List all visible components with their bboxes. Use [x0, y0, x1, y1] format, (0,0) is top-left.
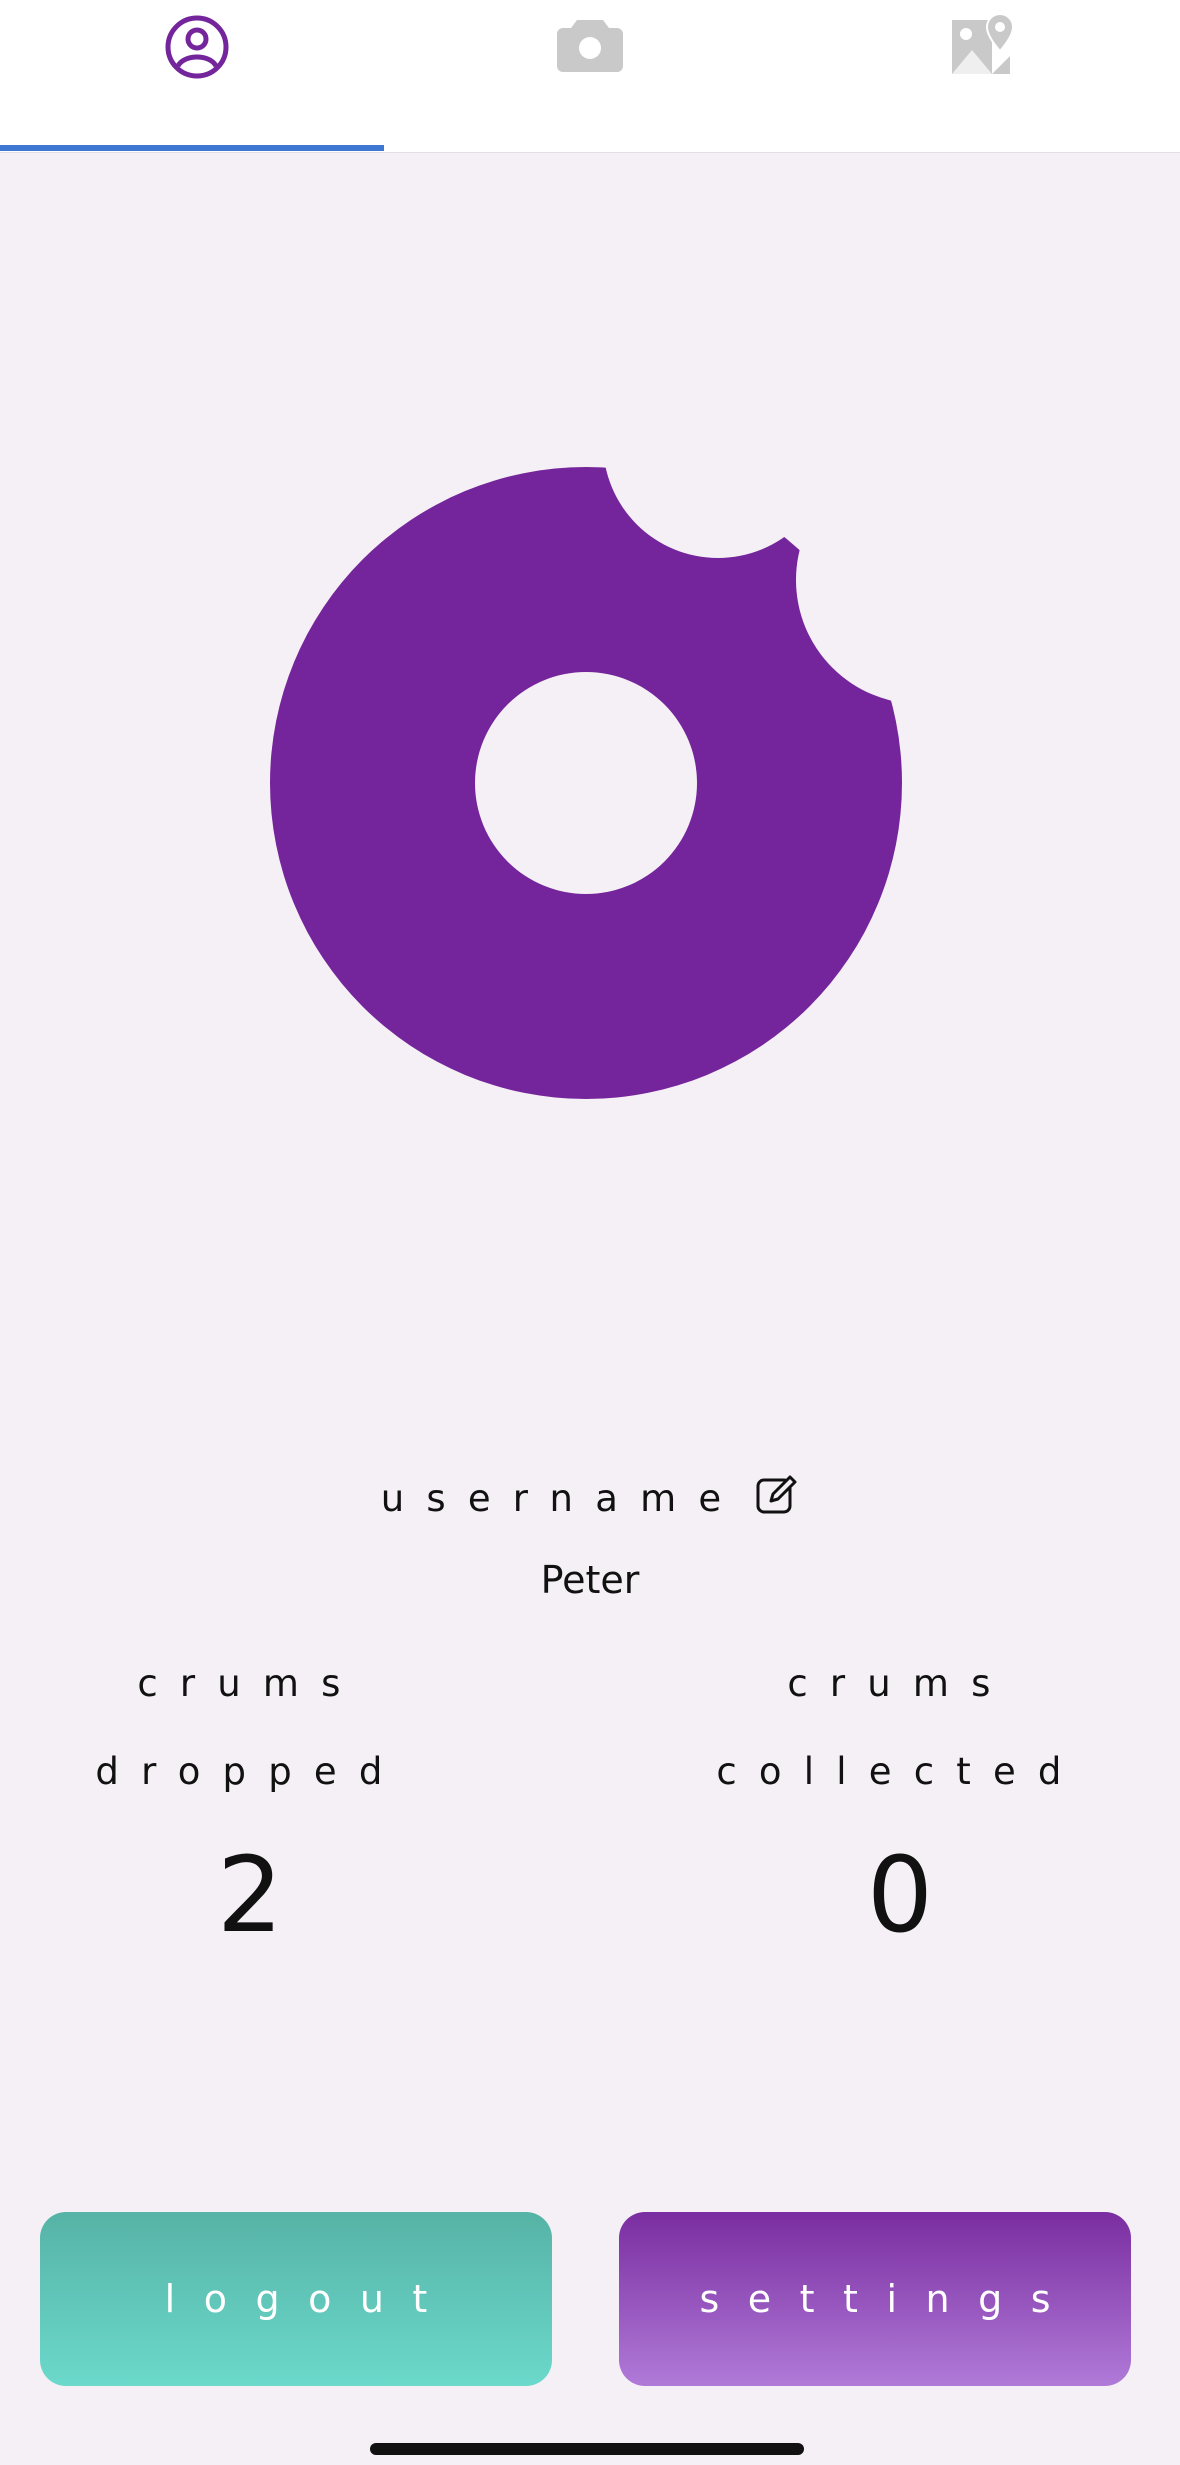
stat-value: 2: [216, 1834, 284, 1956]
logout-label: logout: [164, 2277, 456, 2321]
settings-button[interactable]: settings: [619, 2212, 1131, 2386]
donut-logo: [270, 467, 902, 1099]
home-indicator: [370, 2443, 804, 2455]
stat-label-line2: collected: [716, 1750, 1084, 1793]
edit-icon[interactable]: [755, 1473, 799, 1517]
settings-label: settings: [699, 2277, 1080, 2321]
tab-map[interactable]: [786, 0, 1179, 150]
tab-profile[interactable]: [0, 0, 393, 150]
stat-label-line1: crums: [787, 1662, 1013, 1705]
map-icon: [951, 12, 1014, 74]
active-tab-indicator: [0, 145, 384, 151]
stat-value: 0: [866, 1834, 934, 1956]
username-label: username: [380, 1476, 744, 1520]
tab-camera[interactable]: [393, 0, 786, 150]
stat-label-line1: crums: [137, 1662, 363, 1705]
username-value: Peter: [540, 1558, 640, 1602]
stat-crums-dropped: crums dropped 2: [0, 1640, 500, 1956]
logout-button[interactable]: logout: [40, 2212, 552, 2386]
stat-label-line2: dropped: [95, 1750, 405, 1793]
stat-crums-collected: crums collected 0: [650, 1640, 1150, 1956]
tab-bar: [0, 0, 1180, 153]
profile-icon: [165, 15, 228, 79]
camera-icon: [556, 20, 623, 72]
username-row: username: [0, 1468, 1180, 1528]
